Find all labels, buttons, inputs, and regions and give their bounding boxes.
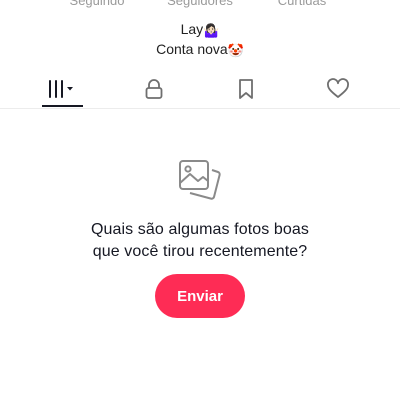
bio-line-1: Lay🤷🏻‍♀️ bbox=[0, 20, 400, 40]
following-label[interactable]: Seguindo bbox=[70, 0, 125, 8]
clown-emoji: 🤡 bbox=[227, 43, 244, 58]
profile-bio: Lay🤷🏻‍♀️ Conta nova🤡 bbox=[0, 20, 400, 60]
lock-icon bbox=[145, 79, 163, 99]
empty-state-line-2: que você tirou recentemente? bbox=[92, 243, 308, 260]
bookmark-icon bbox=[239, 79, 253, 99]
bio-line-2: Conta nova🤡 bbox=[0, 40, 400, 60]
tab-saved[interactable] bbox=[216, 70, 276, 108]
bio-status-text: Conta nova bbox=[156, 41, 228, 57]
photos-icon bbox=[179, 160, 221, 200]
tab-private[interactable] bbox=[124, 70, 184, 108]
shrug-emoji: 🤷🏻‍♀️ bbox=[203, 23, 220, 38]
profile-tabs bbox=[0, 70, 400, 109]
tab-liked[interactable] bbox=[308, 70, 368, 108]
profile-stats: Seguindo Seguidores Curtidas bbox=[0, 0, 400, 9]
followers-label[interactable]: Seguidores bbox=[167, 0, 233, 8]
send-button[interactable]: Enviar bbox=[155, 274, 245, 318]
profile-page: Seguindo Seguidores Curtidas Lay🤷🏻‍♀️ Co… bbox=[0, 0, 400, 400]
heart-icon bbox=[327, 78, 349, 98]
likes-label[interactable]: Curtidas bbox=[278, 0, 326, 8]
tab-videos[interactable] bbox=[32, 70, 92, 108]
empty-state-line-1: Quais são algumas fotos boas bbox=[90, 221, 310, 238]
grid-bars-icon bbox=[49, 80, 73, 98]
selected-tab-indicator bbox=[42, 105, 83, 107]
empty-state-message: Quais são algumas fotos boas que você ti… bbox=[0, 219, 400, 263]
bio-name-text: Lay bbox=[180, 21, 204, 37]
